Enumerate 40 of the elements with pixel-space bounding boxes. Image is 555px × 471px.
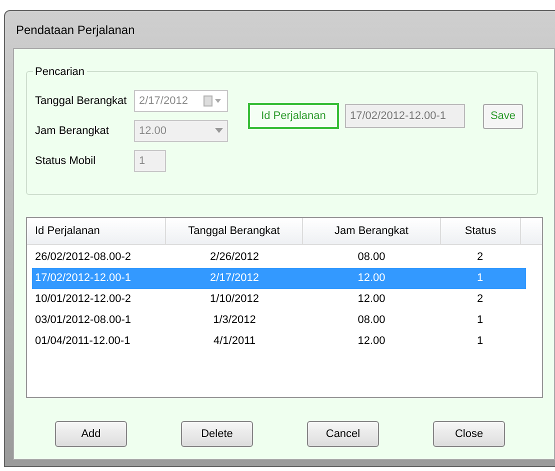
table-row[interactable]: 10/01/2012-12.00-2 1/10/2012 12.00 2 (32, 289, 526, 310)
table-cell-text: 2 (476, 250, 484, 266)
table-cell-text: 1/3/2012 (212, 313, 257, 328)
column-header[interactable]: Jam Berangkat (303, 218, 441, 244)
field-label: Status Mobil (35, 154, 97, 169)
table-cell-text: 1/10/2012 (209, 292, 260, 308)
dialog-button[interactable]: Close (433, 421, 505, 447)
table-cell-text: 08.00 (356, 250, 386, 266)
field-label: Tanggal Berangkat (35, 94, 128, 109)
dialog-button[interactable]: Delete (181, 421, 253, 447)
table-cell-text: 2 (476, 292, 484, 308)
table-cell-text: 4/1/2011 (212, 334, 256, 350)
table-cell-text: 01/04/2011-12.00-1 (34, 334, 132, 350)
dialog-button[interactable]: Cancel (307, 421, 379, 447)
calendar-dropdown-icon (203, 95, 223, 107)
table-cell-text: 26/02/2012-08.00-2 (34, 250, 132, 266)
table-cell-text: 2/17/2012 (209, 271, 260, 286)
dialog-button[interactable]: Add (55, 421, 127, 447)
column-header[interactable]: Tanggal Berangkat (166, 218, 303, 244)
table-cell-text: 1 (476, 271, 484, 286)
table-row[interactable]: 03/01/2012-08.00-1 1/3/2012 08.00 1 (32, 310, 526, 331)
window-title: Pendataan Perjalanan (16, 22, 135, 38)
column-header[interactable]: Id Perjalanan (27, 218, 166, 244)
caret-icon (215, 128, 223, 134)
table-cell-text: 1 (476, 334, 484, 350)
table-cell-text: 03/01/2012-08.00-1 (34, 313, 132, 328)
table-cell-text: 12.00 (356, 271, 386, 286)
table-row[interactable]: 26/02/2012-08.00-2 2/26/2012 08.00 2 (32, 247, 526, 268)
table-cell-text: 08.00 (356, 313, 386, 328)
column-header[interactable]: Status (441, 218, 521, 244)
table-cell-text: 12.00 (356, 334, 386, 350)
table-cell-text: 17/02/2012-12.00-1 (34, 271, 132, 286)
table-cell-text: 1 (476, 313, 484, 328)
table-cell-text: 2/26/2012 (209, 250, 260, 266)
id-button[interactable]: Id Perjalanan (248, 103, 339, 129)
table-row[interactable]: 01/04/2011-12.00-1 4/1/2011 12.00 1 (32, 331, 526, 352)
field-label: Jam Berangkat (35, 124, 110, 139)
id-field[interactable]: 17/02/2012-12.00-1 (345, 104, 465, 128)
table-cell-text: 10/01/2012-12.00-2 (34, 292, 132, 308)
table-cell-text: 12.00 (356, 292, 386, 308)
